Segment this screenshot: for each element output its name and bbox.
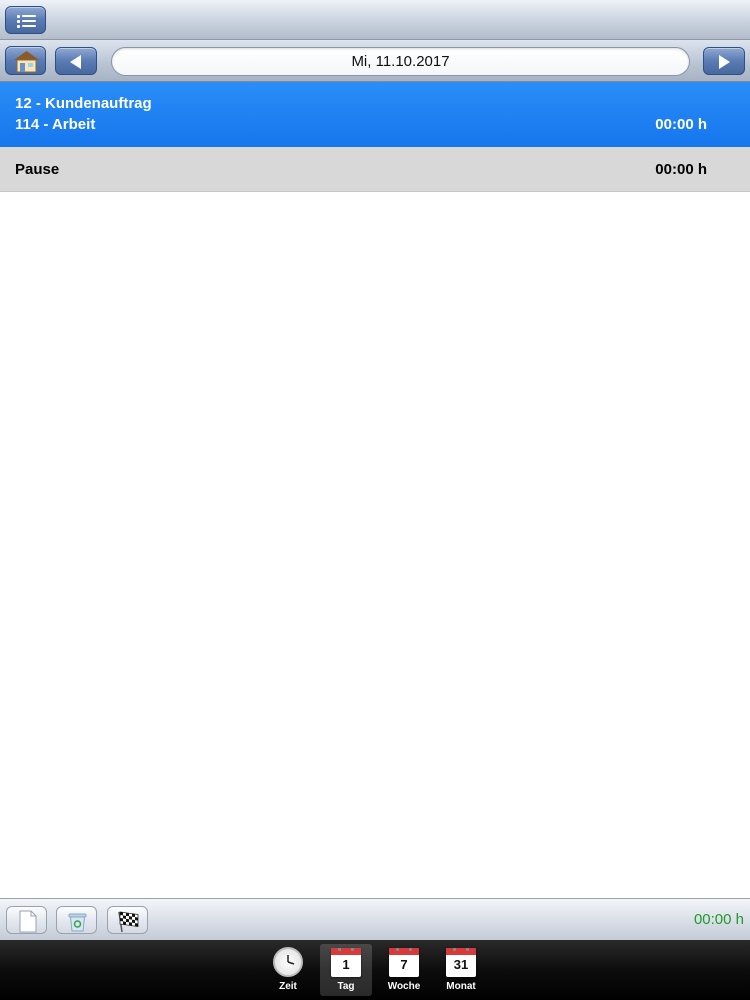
home-button[interactable] [5,46,46,75]
arrow-left-icon [70,55,81,69]
next-day-button[interactable] [703,47,745,75]
menu-button[interactable] [5,6,46,34]
tab-label: Tag [337,981,355,992]
tab-tag[interactable]: 1 Tag [320,944,372,996]
date-display[interactable]: Mi, 11.10.2017 [111,47,690,76]
tab-label: Zeit [279,981,297,992]
new-entry-button[interactable] [6,906,47,934]
tab-label: Monat [446,981,476,992]
tab-zeit[interactable]: Zeit [262,944,314,996]
activity-label: 114 - Arbeit [15,116,96,133]
tab-bar: Zeit 1 Tag 7 Woche 31 Monat [0,940,750,1000]
previous-day-button[interactable] [55,47,97,75]
bottom-toolbar: 00:00 h [0,898,750,940]
tab-monat[interactable]: 31 Monat [435,944,487,996]
calendar-month-icon: 31 [446,948,476,977]
pause-row[interactable]: Pause 00:00 h [0,147,750,192]
new-document-icon [19,910,37,933]
order-label: 12 - Kundenauftrag [15,95,152,112]
date-navigation-bar: Mi, 11.10.2017 [0,40,750,82]
checkered-flag-icon [118,911,139,933]
pause-duration: 00:00 h [655,161,707,178]
time-entry-row[interactable]: 12 - Kundenauftrag 114 - Arbeit 00:00 h [0,82,750,147]
calendar-week-icon: 7 [389,948,419,977]
total-duration: 00:00 h [693,911,744,928]
arrow-right-icon [719,55,730,69]
home-icon [14,51,39,73]
trash-icon [68,913,87,932]
entry-duration: 00:00 h [655,116,707,133]
app-window: Mi, 11.10.2017 12 - Kundenauftrag 114 - … [0,0,750,1000]
top-bar [0,0,750,40]
tab-woche[interactable]: 7 Woche [378,944,430,996]
delete-button[interactable] [56,906,97,934]
clock-icon [273,947,303,977]
finish-button[interactable] [107,906,148,934]
pause-label: Pause [15,161,60,178]
calendar-day-icon: 1 [331,948,361,977]
tab-label: Woche [387,981,421,992]
